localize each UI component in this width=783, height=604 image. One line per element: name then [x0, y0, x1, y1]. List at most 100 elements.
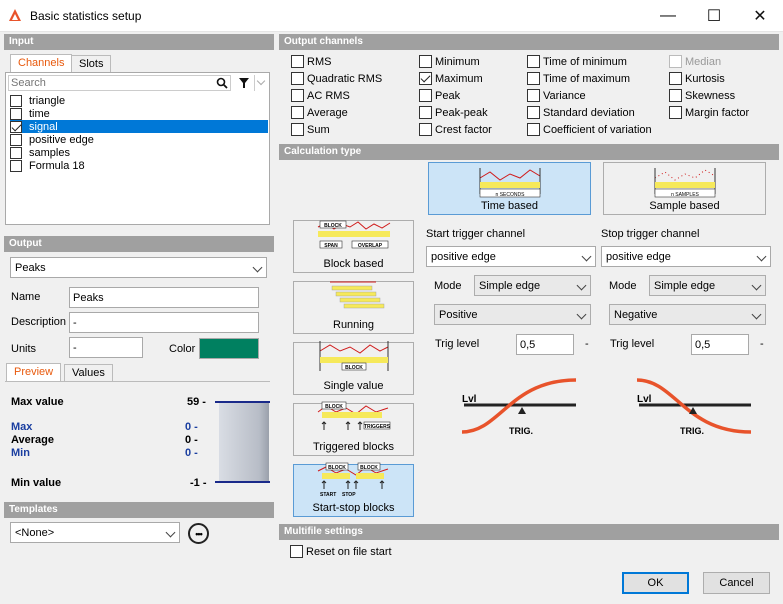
output-channel-label: Crest factor — [435, 123, 492, 136]
output-channel-checkbox[interactable] — [669, 106, 682, 119]
average-val: 0 - — [185, 434, 198, 446]
output-channel-option[interactable]: Kurtosis — [669, 70, 725, 87]
filter-icon[interactable] — [238, 77, 250, 89]
start-trig-level-label: Trig level — [435, 338, 480, 350]
description-field[interactable]: - — [69, 312, 259, 333]
output-channel-option[interactable]: Maximum — [419, 70, 483, 87]
tab-preview[interactable]: Preview — [6, 363, 62, 381]
tab-values[interactable]: Values — [64, 364, 113, 382]
output-channel-option[interactable]: Peak-peak — [419, 104, 488, 121]
start-stop-blocks-option[interactable]: BLOCK BLOCK START STOP Start-stop blocks — [293, 462, 414, 517]
output-channel-checkbox[interactable] — [669, 72, 682, 85]
start-trig-text: TRIG. — [509, 426, 533, 436]
channel-label: samples — [29, 146, 70, 159]
ok-button[interactable]: OK — [622, 572, 689, 594]
output-channel-checkbox[interactable] — [419, 123, 432, 136]
stop-mode-select[interactable]: Simple edge — [649, 275, 766, 296]
output-channel-option[interactable]: Time of maximum — [527, 70, 630, 87]
templates-select[interactable]: <None> — [10, 522, 180, 543]
reset-on-file-start-option[interactable]: Reset on file start — [290, 543, 392, 560]
units-field[interactable]: - — [69, 337, 143, 358]
channel-checkbox[interactable] — [10, 107, 22, 120]
output-channel-checkbox[interactable] — [527, 106, 540, 119]
output-channel-option[interactable]: Standard deviation — [527, 104, 635, 121]
triggered-blocks-option[interactable]: BLOCK TRIGGERS Triggered blocks — [293, 401, 414, 456]
maximize-button[interactable]: ☐ — [691, 0, 737, 32]
channel-checkbox[interactable] — [10, 94, 22, 107]
minimize-button[interactable]: — — [645, 0, 691, 32]
start-direction-select[interactable]: Positive — [434, 304, 591, 325]
channel-item[interactable]: time — [10, 107, 268, 120]
output-channel-option[interactable]: Skewness — [669, 87, 735, 104]
time-based-label: Time based — [480, 200, 539, 212]
tab-slots[interactable]: Slots — [71, 55, 112, 73]
output-channel-checkbox[interactable] — [419, 106, 432, 119]
min-label: Min — [11, 447, 30, 459]
sample-based-option[interactable]: n SAMPLES Sample based — [603, 162, 766, 215]
name-field[interactable]: Peaks — [69, 287, 259, 308]
output-channel-checkbox[interactable] — [419, 72, 432, 85]
single-value-option[interactable]: BLOCK Single value — [293, 341, 414, 395]
block-based-option[interactable]: BLOCK SPAN OVERLAP Block based — [293, 220, 414, 273]
output-channel-option[interactable]: Peak — [419, 87, 460, 104]
output-channel-option[interactable]: Minimum — [419, 53, 480, 70]
chevron-down-icon — [751, 309, 762, 320]
output-channel-checkbox[interactable] — [527, 55, 540, 68]
output-channel-checkbox[interactable] — [419, 55, 432, 68]
output-channel-checkbox[interactable] — [669, 89, 682, 102]
title-bar: Basic statistics setup — ☐ ✕ — [0, 0, 783, 32]
sample-based-label: Sample based — [649, 200, 720, 212]
output-channel-checkbox[interactable] — [527, 72, 540, 85]
search-icon[interactable] — [216, 77, 228, 89]
channel-item[interactable]: Formula 18 — [10, 159, 268, 172]
channel-checkbox[interactable] — [10, 146, 22, 159]
close-button[interactable]: ✕ — [737, 0, 783, 32]
output-channel-option[interactable]: Crest factor — [419, 121, 492, 138]
output-channel-option[interactable]: Median — [669, 53, 721, 70]
color-swatch[interactable] — [199, 338, 259, 359]
channel-checkbox[interactable] — [10, 159, 22, 172]
channel-item[interactable]: samples — [10, 146, 268, 159]
stop-trig-level-field[interactable]: 0,5 — [691, 334, 749, 355]
reset-on-file-start-checkbox[interactable] — [290, 545, 303, 558]
channel-checkbox[interactable] — [10, 133, 22, 146]
output-channel-checkbox[interactable] — [291, 55, 304, 68]
start-trigger-title: Start trigger channel — [426, 228, 526, 240]
output-channel-option[interactable]: Variance — [527, 87, 586, 104]
channel-checkbox[interactable] — [10, 120, 22, 133]
stop-trigger-channel-select[interactable]: positive edge — [601, 246, 771, 267]
stop-direction-select[interactable]: Negative — [609, 304, 766, 325]
output-channel-checkbox[interactable] — [527, 123, 540, 136]
output-channel-checkbox[interactable] — [527, 89, 540, 102]
output-channel-checkbox[interactable] — [291, 106, 304, 119]
filter-dropdown[interactable] — [254, 75, 268, 91]
output-channel-checkbox[interactable] — [291, 123, 304, 136]
time-based-option[interactable]: n SECONDS Time based — [428, 162, 591, 215]
output-channel-checkbox[interactable] — [419, 89, 432, 102]
output-channel-option[interactable]: Quadratic RMS — [291, 70, 382, 87]
tab-channels[interactable]: Channels — [10, 54, 73, 72]
start-mode-select[interactable]: Simple edge — [474, 275, 591, 296]
channel-item[interactable]: signal — [10, 120, 268, 133]
output-channel-option[interactable]: RMS — [291, 53, 331, 70]
start-trigger-channel-select[interactable]: positive edge — [426, 246, 596, 267]
output-channel-option[interactable]: Sum — [291, 121, 330, 138]
output-channel-checkbox[interactable] — [291, 72, 304, 85]
output-channel-option[interactable]: Average — [291, 104, 348, 121]
more-options-icon[interactable]: ••• — [188, 523, 209, 544]
cancel-button[interactable]: Cancel — [703, 572, 770, 594]
output-channel-option[interactable]: AC RMS — [291, 87, 350, 104]
start-trig-level-field[interactable]: 0,5 — [516, 334, 574, 355]
output-channel-checkbox[interactable] — [669, 55, 682, 68]
output-channel-checkbox[interactable] — [291, 89, 304, 102]
output-select[interactable]: Peaks — [10, 257, 267, 278]
search-input[interactable] — [8, 75, 231, 91]
output-channel-option[interactable]: Time of minimum — [527, 53, 627, 70]
output-channel-option[interactable]: Margin factor — [669, 104, 749, 121]
running-option[interactable]: Running — [293, 281, 414, 334]
channel-item[interactable]: triangle — [10, 94, 268, 107]
triggered-blocks-label: Triggered blocks — [313, 441, 394, 453]
svg-text:BLOCK: BLOCK — [325, 404, 343, 410]
output-channel-option[interactable]: Coefficient of variation — [527, 121, 652, 138]
channel-item[interactable]: positive edge — [10, 133, 268, 146]
